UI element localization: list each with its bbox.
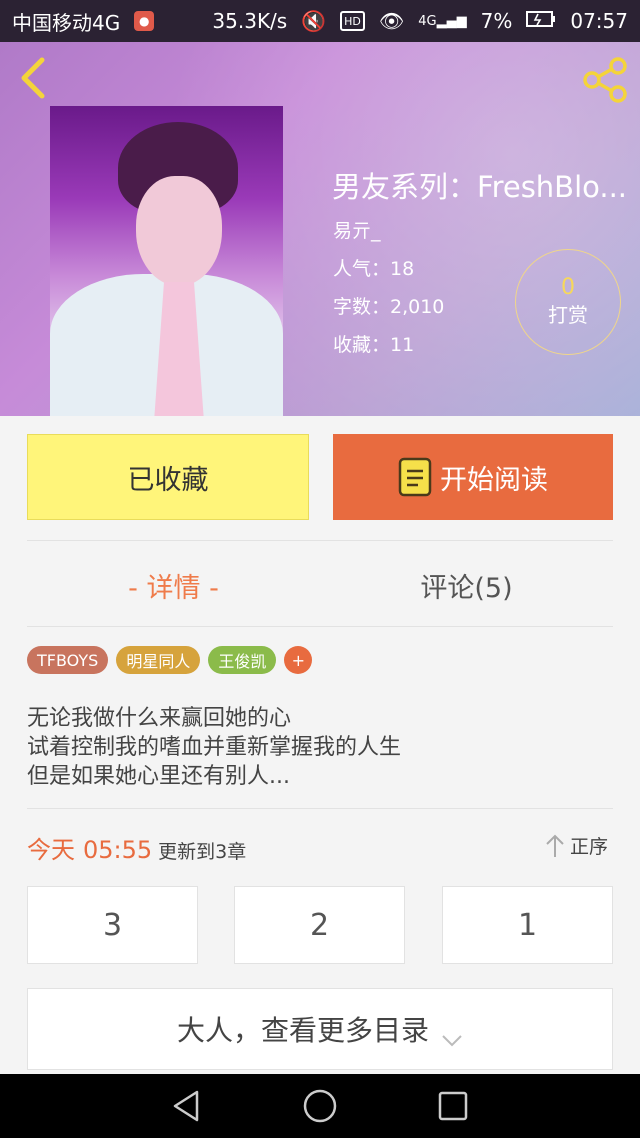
nav-back-icon[interactable] [167, 1086, 207, 1126]
add-tag-button[interactable]: + [284, 646, 313, 674]
sort-label: 正序 [570, 836, 609, 858]
chevron-down-icon [441, 1022, 463, 1047]
arrow-up-icon [544, 833, 566, 859]
mute-icon: 🔇 [301, 9, 327, 33]
tip-count: 0 [561, 275, 575, 300]
intro-line: 无论我做什么来赢回她的心 [27, 706, 292, 731]
battery-percent: 7% [480, 9, 513, 33]
start-reading-label: 开始阅读 [440, 464, 548, 496]
back-icon[interactable] [16, 56, 52, 100]
book-icon [398, 457, 432, 497]
share-icon[interactable] [580, 56, 630, 104]
signal-icon: 4G▂▄▆ [418, 13, 467, 29]
tag-list: TFBOYS 明星同人 王俊凯 + [27, 646, 313, 674]
book-header: 男友系列：FreshBlo... 易亓_ 人气：18 字数：2,010 收藏：1… [0, 42, 640, 416]
divider [27, 540, 613, 541]
chapter-button[interactable]: 1 [442, 886, 613, 964]
status-bar: 中国移动4G ● 35.3K/s 🔇 HD 👁 4G▂▄▆ 7% 07:57 [0, 0, 640, 42]
divider [27, 808, 613, 809]
network-speed: 35.3K/s [212, 9, 288, 33]
intro-line: 但是如果她心里还有别人... [27, 764, 290, 789]
update-day: 今天 [27, 836, 75, 864]
book-intro[interactable]: 无论我做什么来赢回她的心 试着控制我的嗜血并重新掌握我的人生 但是如果她心里还有… [27, 704, 613, 791]
update-time: 05:55 [83, 836, 153, 864]
tab-comments[interactable]: 评论(5) [320, 548, 613, 622]
tip-label: 打赏 [548, 303, 588, 327]
battery-icon [526, 9, 556, 33]
more-toc-button[interactable]: 大人，查看更多目录 [27, 988, 613, 1070]
word-count-stat: 字数：2,010 [333, 296, 445, 318]
update-info: 今天 05:55 更新到3章 [27, 830, 246, 865]
popularity-stat: 人气：18 [333, 258, 415, 280]
tip-button[interactable]: 0 打赏 [515, 249, 621, 355]
collected-label: 已收藏 [127, 464, 209, 496]
chapter-button[interactable]: 3 [27, 886, 198, 964]
system-nav-bar [0, 1074, 640, 1138]
book-title: 男友系列：FreshBlo... [332, 170, 628, 204]
clock: 07:57 [570, 9, 628, 33]
sort-toggle[interactable]: 正序 [544, 832, 608, 859]
tag-tfboys[interactable]: TFBOYS [27, 646, 109, 674]
favorites-stat: 收藏：11 [333, 334, 415, 356]
hd-badge: HD [340, 11, 365, 31]
book-author[interactable]: 易亓_ [333, 216, 381, 243]
divider [27, 626, 613, 627]
tag-wang-junkai[interactable]: 王俊凯 [208, 646, 277, 674]
eye-icon: 👁 [378, 9, 405, 33]
chapter-button[interactable]: 2 [234, 886, 405, 964]
tag-celebrity-fanfic[interactable]: 明星同人 [116, 646, 201, 674]
intro-line: 试着控制我的嗜血并重新掌握我的人生 [27, 735, 402, 760]
tab-detail[interactable]: - 详情 - [27, 548, 320, 622]
update-text: 更新到3章 [158, 841, 247, 863]
nav-recents-icon[interactable] [433, 1086, 473, 1126]
collected-button[interactable]: 已收藏 [27, 434, 309, 520]
notification-icon: ● [134, 11, 155, 31]
nav-home-icon[interactable] [300, 1086, 340, 1126]
start-reading-button[interactable]: 开始阅读 [333, 434, 613, 520]
more-toc-label: 大人，查看更多目录 [176, 1014, 429, 1047]
carrier-label: 中国移动4G [12, 10, 121, 35]
book-cover-image[interactable] [50, 106, 283, 416]
